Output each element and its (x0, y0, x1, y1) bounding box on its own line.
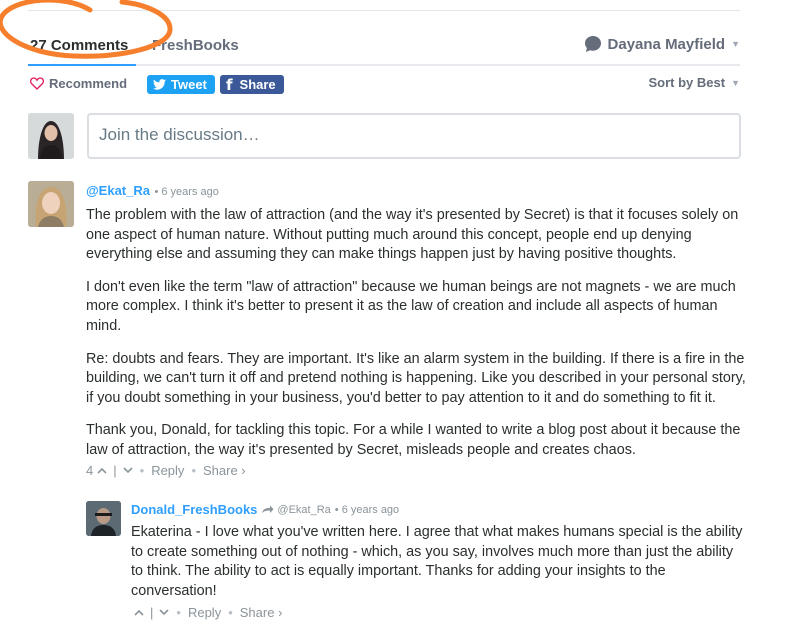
facebook-icon: f (226, 75, 233, 94)
discussion-compose-box[interactable]: Join the discussion… (87, 113, 741, 159)
upvote-icon[interactable] (97, 467, 107, 474)
share-link[interactable]: Share › (203, 463, 246, 478)
vote-count: 4 (86, 462, 94, 478)
user-name: Dayana Mayfield (607, 35, 726, 53)
comment-paragraph: Thank you, Donald, for tackling this top… (86, 422, 741, 458)
comment-author[interactable]: @Ekat_Ra (86, 183, 150, 198)
tab-comments-count[interactable]: 27 Comments (30, 37, 128, 54)
comments-navbar: 27 Comments FreshBooks Dayana Mayfield ▼ (28, 30, 740, 66)
comment-timestamp[interactable]: • 6 years ago (154, 186, 218, 198)
comment-body: The problem with the law of attraction (… (86, 206, 746, 461)
active-tab-indicator (28, 64, 136, 66)
reply-arrow-icon (262, 505, 274, 513)
vote-divider: | (150, 605, 154, 621)
dot-separator: • (176, 605, 181, 621)
recommend-label: Recommend (49, 76, 128, 91)
downvote-icon[interactable] (159, 609, 169, 616)
comment-paragraph: I don't even like the term "law of attra… (86, 278, 736, 334)
comment-body: Ekaterina - I love what you've written h… (131, 523, 743, 601)
comment-footer: | • Reply • Share › (131, 605, 743, 620)
dot-separator: • (228, 605, 233, 621)
sort-dropdown[interactable]: Sort by Best ▼ (649, 75, 741, 90)
tweet-button[interactable]: Tweet (147, 75, 215, 94)
tweet-label: Tweet (171, 77, 207, 92)
comment-author[interactable]: Donald_FreshBooks (131, 502, 257, 517)
comment-item: Donald_FreshBooks @Ekat_Ra • 6 years ago… (131, 502, 743, 620)
chevron-down-icon: ▼ (731, 39, 740, 49)
facebook-share-label: Share (239, 77, 276, 92)
tab-community[interactable]: FreshBooks (152, 37, 239, 54)
reply-link[interactable]: Reply (188, 605, 221, 620)
comment-header: @Ekat_Ra • 6 years ago (86, 182, 746, 200)
facebook-share-button[interactable]: f Share (220, 75, 284, 94)
top-divider (28, 10, 740, 11)
current-user-avatar (28, 113, 74, 159)
avatar[interactable] (86, 501, 121, 536)
twitter-bird-icon (153, 79, 166, 90)
share-link[interactable]: Share › (240, 605, 283, 620)
comment-item: @Ekat_Ra • 6 years ago The problem with … (86, 182, 746, 478)
dot-separator: • (191, 462, 196, 478)
compose-placeholder: Join the discussion… (99, 125, 260, 144)
chat-bubble-icon (584, 36, 601, 52)
comment-paragraph: Re: doubts and fears. They are important… (86, 350, 746, 406)
recommend-button[interactable]: Recommend (30, 76, 127, 91)
comment-paragraph: The problem with the law of attraction (… (86, 207, 739, 263)
comment-paragraph: Ekaterina - I love what you've written h… (131, 524, 743, 599)
comment-footer: 4 | • Reply • Share › (86, 463, 746, 478)
vote-divider: | (113, 462, 117, 478)
dot-separator: • (139, 462, 145, 478)
upvote-icon[interactable] (134, 609, 144, 616)
comment-header: Donald_FreshBooks @Ekat_Ra • 6 years ago (131, 502, 743, 517)
actions-bar: Recommend Tweet f Share Sort by Best ▼ (28, 74, 740, 96)
downvote-icon[interactable] (123, 466, 133, 474)
user-menu[interactable]: Dayana Mayfield ▼ (584, 35, 740, 53)
parent-author-link[interactable]: @Ekat_Ra (277, 504, 330, 516)
comment-timestamp[interactable]: • 6 years ago (335, 504, 399, 516)
chevron-down-icon: ▼ (731, 77, 740, 88)
reply-link[interactable]: Reply (151, 463, 184, 478)
avatar[interactable] (28, 181, 74, 227)
heart-icon (30, 77, 44, 90)
sort-label: Sort by Best (648, 75, 726, 90)
